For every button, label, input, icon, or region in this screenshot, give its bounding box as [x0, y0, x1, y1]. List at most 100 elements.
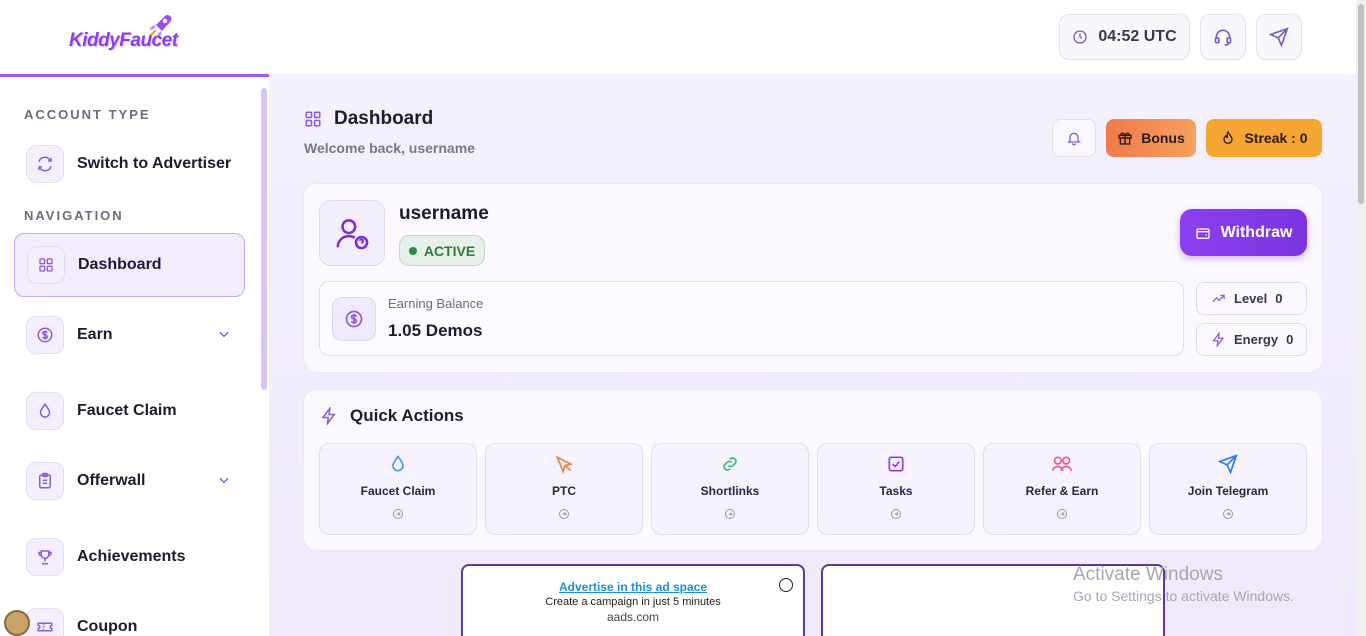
ad-subtitle: Create a campaign in just 5 minutes: [545, 596, 721, 608]
sidebar-scrollbar[interactable]: [261, 88, 267, 390]
notifications-button[interactable]: [1052, 119, 1096, 157]
flame-icon: [1223, 130, 1234, 144]
quick-action-label: PTC: [552, 484, 576, 498]
quick-action-tasks[interactable]: Tasks: [817, 443, 975, 535]
arrow-circle-icon: [891, 509, 901, 519]
switch-to-advertiser-button[interactable]: Switch to Advertiser: [14, 132, 245, 196]
status-dot: [408, 246, 417, 255]
grid-icon: [27, 246, 65, 284]
sidebar-item-faucet-claim[interactable]: Faucet Claim: [14, 379, 245, 443]
welcome-text: Welcome back, username: [304, 140, 475, 156]
withdraw-label: Withdraw: [1220, 223, 1293, 241]
withdraw-button[interactable]: Withdraw: [1180, 209, 1307, 256]
sidebar-item-coupon[interactable]: Coupon: [14, 595, 245, 636]
grid-icon: [305, 111, 321, 127]
streak-button[interactable]: Streak : 0: [1206, 119, 1322, 157]
energy-label: Energy: [1234, 332, 1279, 347]
level-label: Level: [1234, 291, 1268, 306]
cursor-icon: [555, 455, 573, 474]
users-icon: [1052, 456, 1072, 471]
checkbox-icon: [888, 456, 904, 472]
arrow-circle-icon: [393, 509, 403, 519]
quick-action-label: Join Telegram: [1187, 484, 1269, 498]
windows-watermark: Activate Windows Go to Settings to activ…: [1073, 564, 1294, 604]
quick-action-shortlinks[interactable]: Shortlinks: [651, 443, 809, 535]
sidebar-item-earn[interactable]: Earn: [14, 303, 245, 367]
sidebar-item-label: Achievements: [77, 548, 186, 565]
energy-value: 0: [1286, 332, 1294, 347]
user-unknown-icon: [336, 219, 369, 250]
quick-action-label: Faucet Claim: [360, 484, 436, 498]
level-stat: Level 0: [1196, 282, 1307, 315]
clipboard-icon: [26, 462, 64, 500]
arrow-circle-icon: [559, 509, 569, 519]
clock-icon: [1073, 30, 1088, 44]
status-text: ACTIVE: [423, 242, 476, 259]
brand-logo[interactable]: KiddyFaucet: [62, 10, 182, 64]
link-icon: [723, 457, 737, 471]
page-title: Dashboard: [304, 108, 433, 130]
cookie-icon[interactable]: [4, 610, 30, 636]
sidebar-item-label: Offerwall: [77, 472, 146, 489]
bonus-label: Bonus: [1141, 130, 1185, 146]
navigation-label: NAVIGATION: [24, 208, 124, 223]
gift-icon: [1118, 132, 1132, 145]
drop-icon: [392, 455, 404, 472]
trophy-icon: [26, 538, 64, 576]
chevron-down-icon: [219, 331, 229, 338]
page-scrollbar[interactable]: [1358, 4, 1364, 204]
sidebar-item-label: Dashboard: [78, 256, 162, 273]
quick-action-join-telegram[interactable]: Join Telegram: [1149, 443, 1307, 535]
lightning-icon: [1212, 332, 1225, 347]
ad-banner[interactable]: Advertise in this ad space Create a camp…: [461, 564, 805, 636]
username: username: [399, 203, 489, 224]
ad-choices-icon[interactable]: [779, 578, 793, 592]
balance-label: Earning Balance: [388, 296, 484, 311]
trending-up-icon: [1212, 294, 1225, 303]
sidebar-item-label: Faucet Claim: [77, 402, 177, 419]
headset-icon: [1214, 29, 1232, 46]
coin-icon: [26, 316, 64, 354]
clock-time: 04:52: [1098, 28, 1140, 45]
arrow-circle-icon: [1223, 509, 1233, 519]
streak-label: Streak :: [1244, 130, 1300, 146]
status-badge: ACTIVE: [399, 235, 485, 266]
streak-value: 0: [1299, 130, 1308, 146]
ad-link[interactable]: Advertise in this ad space: [463, 580, 803, 594]
quick-action-label: Tasks: [879, 484, 913, 498]
quick-action-refer-earn[interactable]: Refer & Earn: [983, 443, 1141, 535]
coin-icon: [332, 297, 376, 341]
quick-action-label: Refer & Earn: [1025, 484, 1099, 498]
page-title-text: Dashboard: [334, 108, 434, 129]
quick-action-faucet-claim[interactable]: Faucet Claim: [319, 443, 477, 535]
quick-action-ptc[interactable]: PTC: [485, 443, 643, 535]
support-button[interactable]: [1200, 14, 1246, 60]
telegram-button[interactable]: [1256, 14, 1302, 60]
clock-display: 04:52 UTC: [1059, 14, 1190, 60]
send-icon: [1269, 27, 1289, 47]
chevron-down-icon: [219, 477, 229, 484]
sidebar: ACCOUNT TYPE Switch to Advertiser NAVIGA…: [0, 74, 269, 636]
watermark-line2: Go to Settings to activate Windows.: [1073, 588, 1294, 604]
drop-icon: [26, 392, 64, 430]
balance-value: 1.05 Demos: [388, 321, 483, 340]
sidebar-item-dashboard[interactable]: Dashboard: [14, 233, 245, 297]
lightning-icon: [321, 407, 336, 425]
energy-stat: Energy 0: [1196, 323, 1307, 356]
arrow-circle-icon: [725, 509, 735, 519]
watermark-line1: Activate Windows: [1073, 564, 1223, 585]
switch-label: Switch to Advertiser: [77, 155, 232, 172]
ad-domain: aads.com: [606, 610, 660, 624]
top-bar: KiddyFaucet 04:52 UTC: [0, 0, 1356, 74]
balance-box: [319, 281, 1184, 356]
sidebar-item-achievements[interactable]: Achievements: [14, 525, 245, 589]
ticket-icon: [26, 608, 64, 636]
telegram-icon: [1218, 454, 1238, 474]
arrow-circle-icon: [1057, 509, 1067, 519]
sidebar-item-label: Earn: [77, 326, 113, 343]
quick-actions-title-text: Quick Actions: [350, 406, 464, 425]
brand-name: KiddyFaucet: [69, 30, 178, 51]
bonus-button[interactable]: Bonus: [1106, 119, 1196, 157]
bell-icon: [1067, 132, 1081, 146]
sidebar-item-offerwall[interactable]: Offerwall: [14, 449, 245, 513]
